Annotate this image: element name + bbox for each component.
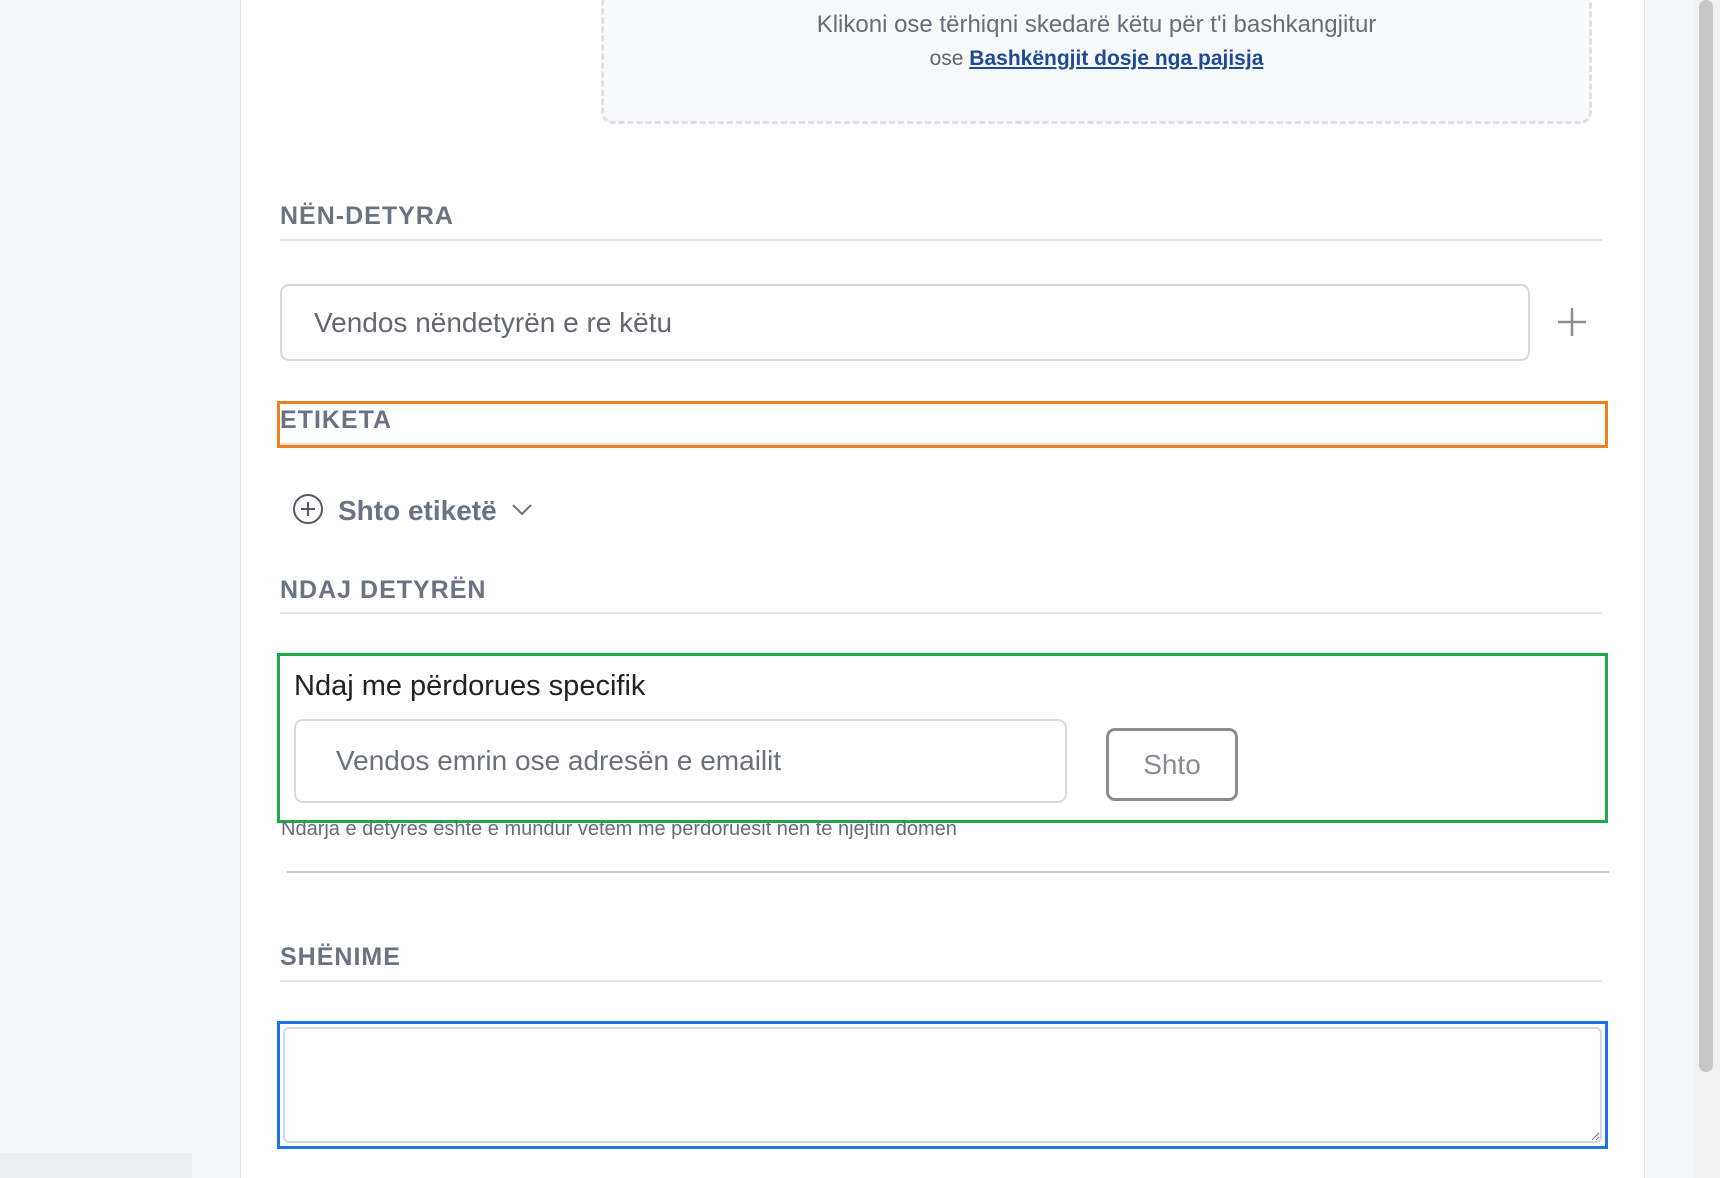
scrollbar-thumb[interactable] bbox=[1699, 0, 1713, 1072]
dropzone-text: Klikoni ose tërhiqni skedarë këtu për t'… bbox=[816, 11, 1377, 38]
attachment-dropzone[interactable]: Klikoni ose tërhiqni skedarë këtu për t'… bbox=[601, 0, 1592, 124]
share-user-input[interactable] bbox=[294, 719, 1067, 803]
upload-from-device-link[interactable]: Bashkëngjit dosje nga pajisja bbox=[969, 47, 1263, 70]
plus-icon[interactable] bbox=[1555, 305, 1589, 339]
vertical-scrollbar[interactable] bbox=[1694, 0, 1720, 1178]
share-divider bbox=[280, 612, 1602, 614]
add-label-button[interactable]: Shto etiketë bbox=[292, 491, 533, 531]
dropzone-subtext: ose Bashkëngjit dosje nga pajisja bbox=[604, 47, 1589, 71]
share-add-button[interactable]: Shto bbox=[1106, 728, 1238, 801]
share-subtitle: Ndaj me përdorues specifik bbox=[294, 670, 646, 702]
new-subtask-input[interactable] bbox=[280, 284, 1530, 361]
subtasks-divider bbox=[280, 239, 1602, 241]
share-section-title: NDAJ DETYRËN bbox=[280, 576, 487, 604]
share-hint-text: Ndarja e detyrës është e mundur vetëm me… bbox=[281, 818, 957, 840]
notes-textarea[interactable] bbox=[283, 1027, 1602, 1143]
notes-section-title: SHËNIME bbox=[280, 943, 401, 971]
sidebar-footer bbox=[0, 1153, 192, 1178]
notes-divider bbox=[280, 980, 1602, 982]
add-label-text: Shto etiketë bbox=[338, 495, 497, 526]
chevron-down-icon bbox=[511, 502, 533, 521]
plus-circle-icon bbox=[292, 493, 324, 530]
dropzone-or-text: ose bbox=[929, 47, 964, 70]
labels-section-highlight bbox=[277, 401, 1608, 448]
subtasks-section-title: NËN-DETYRA bbox=[280, 202, 454, 230]
section-divider bbox=[287, 871, 1609, 873]
